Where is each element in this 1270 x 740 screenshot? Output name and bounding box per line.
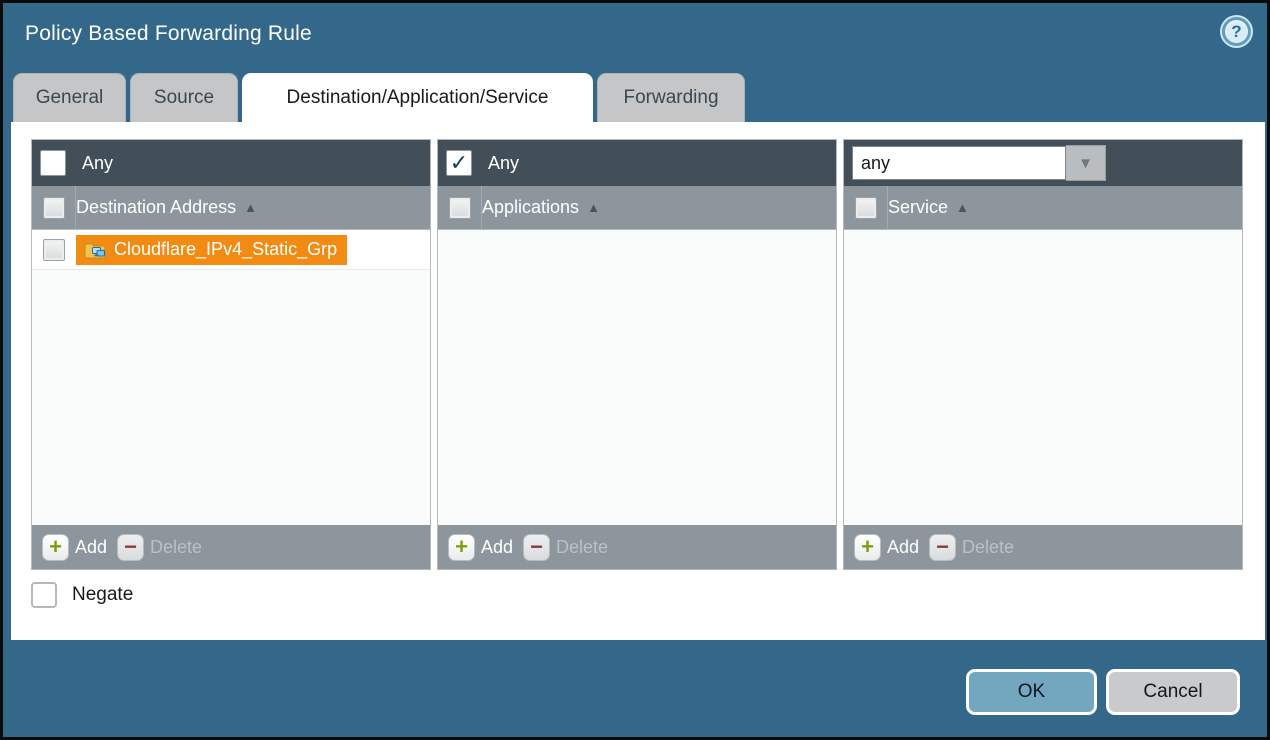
service-column-header: Service ▲ — [844, 186, 1242, 230]
applications-select-all-checkbox[interactable] — [449, 197, 471, 219]
tab-source[interactable]: Source — [130, 73, 238, 122]
destination-address-column: Any Destination Address ▲ — [31, 139, 431, 570]
help-question-glyph: ? — [1231, 22, 1241, 42]
service-dropdown: any ▼ — [852, 145, 1106, 181]
destination-header-checkbox-cell — [32, 186, 76, 229]
delete-minus-icon: − — [523, 534, 550, 561]
add-plus-icon: + — [42, 534, 69, 561]
destination-select-all-checkbox[interactable] — [43, 197, 65, 219]
destination-add-button[interactable]: + Add — [42, 534, 107, 561]
service-column: any ▼ Service ▲ + Add − Delete — [843, 139, 1243, 570]
check-icon: ✓ — [450, 152, 468, 174]
service-dropdown-button[interactable]: ▼ — [1066, 145, 1106, 181]
delete-button-label: Delete — [962, 537, 1014, 558]
add-button-label: Add — [887, 537, 919, 558]
help-icon[interactable]: ? — [1222, 17, 1251, 46]
add-button-label: Add — [481, 537, 513, 558]
applications-any-checkbox[interactable]: ✓ — [446, 150, 472, 176]
negate-label: Negate — [72, 584, 133, 606]
policy-based-forwarding-dialog: Policy Based Forwarding Rule ? General S… — [0, 0, 1270, 740]
destination-row-cloudflare: Cloudflare_IPv4_Static_Grp — [32, 230, 430, 270]
tab-forwarding[interactable]: Forwarding — [597, 73, 745, 122]
applications-footer: + Add − Delete — [438, 525, 836, 569]
destination-any-label: Any — [82, 153, 113, 174]
delete-button-label: Delete — [150, 537, 202, 558]
applications-any-label: Any — [488, 153, 519, 174]
selected-address-group-chip[interactable]: Cloudflare_IPv4_Static_Grp — [76, 235, 347, 265]
add-plus-icon: + — [854, 534, 881, 561]
destination-list: Cloudflare_IPv4_Static_Grp — [32, 230, 430, 525]
service-header-checkbox-cell — [844, 186, 888, 229]
applications-header-checkbox-cell — [438, 186, 482, 229]
negate-checkbox[interactable] — [31, 582, 57, 608]
service-add-button[interactable]: + Add — [854, 534, 919, 561]
address-group-name: Cloudflare_IPv4_Static_Grp — [114, 239, 337, 260]
cancel-button[interactable]: Cancel — [1106, 669, 1240, 715]
service-any-bar: any ▼ — [844, 140, 1242, 186]
service-footer: + Add − Delete — [844, 525, 1242, 569]
ok-button[interactable]: OK — [966, 669, 1097, 715]
destination-any-checkbox[interactable] — [40, 150, 66, 176]
chevron-down-icon: ▼ — [1078, 155, 1093, 172]
destination-column-header: Destination Address ▲ — [32, 186, 430, 230]
add-button-label: Add — [75, 537, 107, 558]
destination-row-checkbox[interactable] — [43, 239, 65, 261]
address-group-icon — [84, 241, 106, 259]
dialog-title: Policy Based Forwarding Rule — [25, 22, 312, 46]
sort-ascending-icon[interactable]: ▲ — [587, 200, 600, 215]
tab-general[interactable]: General — [13, 73, 126, 122]
destination-row-checkbox-cell — [32, 230, 76, 269]
applications-add-button[interactable]: + Add — [448, 534, 513, 561]
service-delete-button[interactable]: − Delete — [929, 534, 1014, 561]
tab-bar: General Source Destination/Application/S… — [13, 73, 745, 122]
service-dropdown-value[interactable]: any — [852, 146, 1066, 180]
destination-any-bar: Any — [32, 140, 430, 186]
sort-ascending-icon[interactable]: ▲ — [244, 200, 257, 215]
destination-footer: + Add − Delete — [32, 525, 430, 569]
tab-content-panel: Any Destination Address ▲ — [11, 122, 1265, 640]
delete-minus-icon: − — [929, 534, 956, 561]
tab-destination-application-service[interactable]: Destination/Application/Service — [242, 73, 593, 122]
applications-column-header: Applications ▲ — [438, 186, 836, 230]
applications-header-label[interactable]: Applications — [482, 197, 579, 218]
service-header-label[interactable]: Service — [888, 197, 948, 218]
service-list — [844, 230, 1242, 525]
add-plus-icon: + — [448, 534, 475, 561]
applications-any-bar: ✓ Any — [438, 140, 836, 186]
sort-ascending-icon[interactable]: ▲ — [956, 200, 969, 215]
applications-list — [438, 230, 836, 525]
destination-delete-button[interactable]: − Delete — [117, 534, 202, 561]
delete-button-label: Delete — [556, 537, 608, 558]
delete-minus-icon: − — [117, 534, 144, 561]
applications-delete-button[interactable]: − Delete — [523, 534, 608, 561]
destination-header-label[interactable]: Destination Address — [76, 197, 236, 218]
negate-row: Negate — [31, 582, 133, 608]
service-select-all-checkbox[interactable] — [855, 197, 877, 219]
applications-column: ✓ Any Applications ▲ + Add − Delete — [437, 139, 837, 570]
